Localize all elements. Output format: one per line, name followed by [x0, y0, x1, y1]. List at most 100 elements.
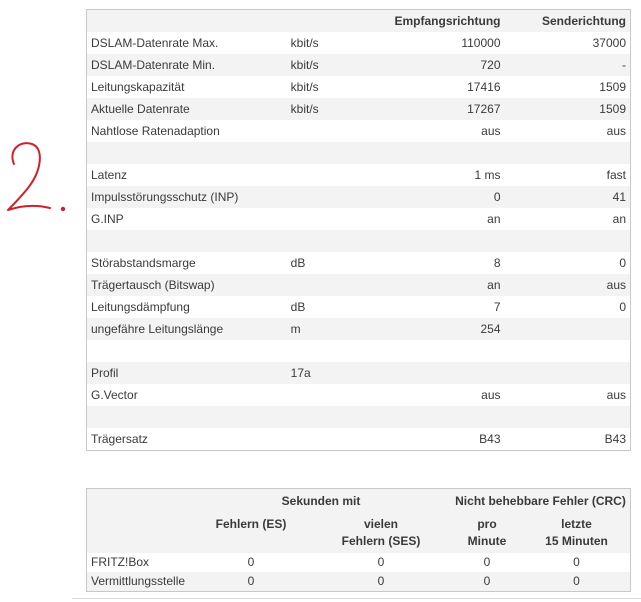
row-senderichtung-value: aus — [606, 124, 626, 138]
row-label: ungefähre Leitungslänge — [91, 322, 224, 336]
dsl-table-row: Nahtlose Ratenadaption aus aus — [86, 120, 631, 142]
dsl-table-row: G.INP an an — [86, 208, 631, 230]
col-per-minute-line1: pro — [477, 516, 497, 531]
error-table-group-header: Sekunden mit Nicht behebbare Fehler (CRC… — [86, 488, 631, 513]
dsl-table-row: Profil 17a — [86, 362, 631, 384]
row-label — [87, 230, 287, 252]
row-senderichtung-value: - — [622, 58, 626, 72]
row-unit: dB — [290, 256, 306, 270]
col-15min-line2: 15 Minuten — [545, 533, 608, 548]
dsl-table-row: DSLAM-Datenrate Min. kbit/s 720 - — [86, 54, 631, 76]
row-label: G.INP — [91, 212, 124, 226]
row-empfangsrichtung-value: 254 — [480, 322, 501, 336]
row-label: Störabstandsmarge — [91, 256, 196, 270]
col-ses-header: vielen Fehlern (SES) — [311, 512, 451, 553]
dsl-table-header: Empfangsrichtung Senderichtung — [86, 9, 631, 33]
dsl-table-row: Latenz 1 ms fast — [86, 164, 631, 186]
row-label — [87, 340, 287, 362]
row-senderichtung-value: an — [612, 212, 626, 226]
error-row-label: FRITZ!Box — [86, 552, 191, 572]
header-senderichtung: Senderichtung — [541, 14, 626, 28]
row-senderichtung-value: 0 — [619, 256, 626, 270]
dsl-information-table: Empfangsrichtung Senderichtung DSLAM-Dat… — [86, 9, 631, 451]
row-senderichtung-value: 1509 — [599, 102, 626, 116]
error-crc-per-minute-value: 0 — [451, 552, 523, 572]
row-empfangsrichtung-value: 720 — [480, 58, 501, 72]
error-group-empty — [87, 489, 192, 513]
row-unit — [287, 120, 385, 142]
error-ses-value: 0 — [311, 552, 451, 572]
row-unit: kbit/s — [290, 58, 319, 72]
dsl-table-row: DSLAM-Datenrate Max. kbit/s 110000 37000 — [86, 32, 631, 54]
row-empfangsrichtung-value: 17416 — [467, 80, 501, 94]
row-senderichtung-value — [505, 230, 631, 252]
row-label: Aktuelle Datenrate — [91, 102, 190, 116]
dsl-table-row: Leitungsdämpfung dB 7 0 — [86, 296, 631, 318]
row-unit — [287, 406, 385, 428]
row-unit — [287, 208, 385, 230]
row-empfangsrichtung-value — [385, 340, 505, 362]
col-ses-label-line1: vielen — [363, 516, 399, 531]
row-senderichtung-value: 37000 — [592, 36, 626, 50]
error-table-column-header: Fehlern (ES) vielen Fehlern (SES) pro Mi… — [86, 512, 631, 553]
row-label — [87, 142, 287, 164]
header-label-cell — [87, 10, 287, 33]
row-label: Leitungskapazität — [91, 80, 185, 94]
row-unit — [287, 384, 385, 406]
group-seconds-header: Sekunden mit — [281, 493, 361, 508]
row-unit — [287, 186, 385, 208]
row-unit — [287, 230, 385, 252]
col-15min-header: letzte 15 Minuten — [523, 512, 631, 553]
error-crc-15min-value: 0 — [523, 571, 631, 591]
row-unit — [287, 274, 385, 296]
row-label: Latenz — [91, 168, 128, 182]
row-empfangsrichtung-value: an — [487, 278, 501, 292]
dsl-table-row: Störabstandsmarge dB 8 0 — [86, 252, 631, 274]
row-empfangsrichtung-value: 0 — [493, 190, 501, 204]
row-senderichtung-value — [505, 318, 631, 340]
header-empfangsrichtung: Empfangsrichtung — [394, 14, 501, 28]
dsl-table-row — [86, 230, 631, 252]
row-empfangsrichtung-value: B43 — [479, 432, 501, 446]
dsl-table-row: Impulsstörungsschutz (INP) 0 41 — [86, 186, 631, 208]
row-senderichtung-value: B43 — [604, 432, 626, 446]
row-empfangsrichtung-value — [385, 362, 505, 384]
dsl-table-row: Trägersatz B43 B43 — [86, 428, 631, 451]
row-label: Leitungsdämpfung — [91, 300, 190, 314]
row-unit: 17a — [290, 366, 311, 380]
row-senderichtung-value: 41 — [612, 190, 626, 204]
row-unit: kbit/s — [290, 80, 319, 94]
row-unit — [287, 164, 385, 186]
dsl-table-row: Leitungskapazität kbit/s 17416 1509 — [86, 76, 631, 98]
row-label: Nahtlose Ratenadaption — [91, 124, 220, 138]
handwritten-annotation — [7, 142, 66, 212]
dsl-table-row: ungefähre Leitungslänge m 254 — [86, 318, 631, 340]
error-col-empty — [86, 512, 191, 553]
row-unit: kbit/s — [290, 102, 319, 116]
row-senderichtung-value: aus — [606, 278, 626, 292]
row-label: Profil — [91, 366, 119, 380]
row-senderichtung-value — [505, 340, 631, 362]
row-senderichtung-value — [505, 142, 631, 164]
row-empfangsrichtung-value: aus — [481, 388, 501, 402]
col-es-header: Fehlern (ES) — [191, 512, 311, 553]
dsl-table-row — [86, 142, 631, 164]
header-unit-cell — [287, 10, 385, 33]
row-label: G.Vector — [91, 388, 138, 402]
dsl-table-row: Trägertausch (Bitswap) an aus — [86, 274, 631, 296]
row-label: DSLAM-Datenrate Max. — [91, 36, 219, 50]
row-unit — [287, 142, 385, 164]
row-senderichtung-value: fast — [606, 168, 626, 182]
col-15min-line1: letzte — [561, 516, 592, 531]
row-empfangsrichtung-value — [385, 142, 505, 164]
row-empfangsrichtung-value — [385, 230, 505, 252]
error-row-label: Vermittlungsstelle — [86, 571, 191, 591]
divider — [72, 598, 641, 599]
row-empfangsrichtung-value: 110000 — [461, 36, 501, 50]
error-row-fritzbox: FRITZ!Box 0 0 0 0 — [86, 552, 631, 572]
row-empfangsrichtung-value — [385, 406, 505, 428]
row-unit: kbit/s — [290, 36, 319, 50]
col-per-minute-line2: Minute — [467, 533, 507, 548]
error-row-vermittlungsstelle: Vermittlungsstelle 0 0 0 0 — [86, 571, 631, 591]
row-label: DSLAM-Datenrate Min. — [91, 58, 216, 72]
